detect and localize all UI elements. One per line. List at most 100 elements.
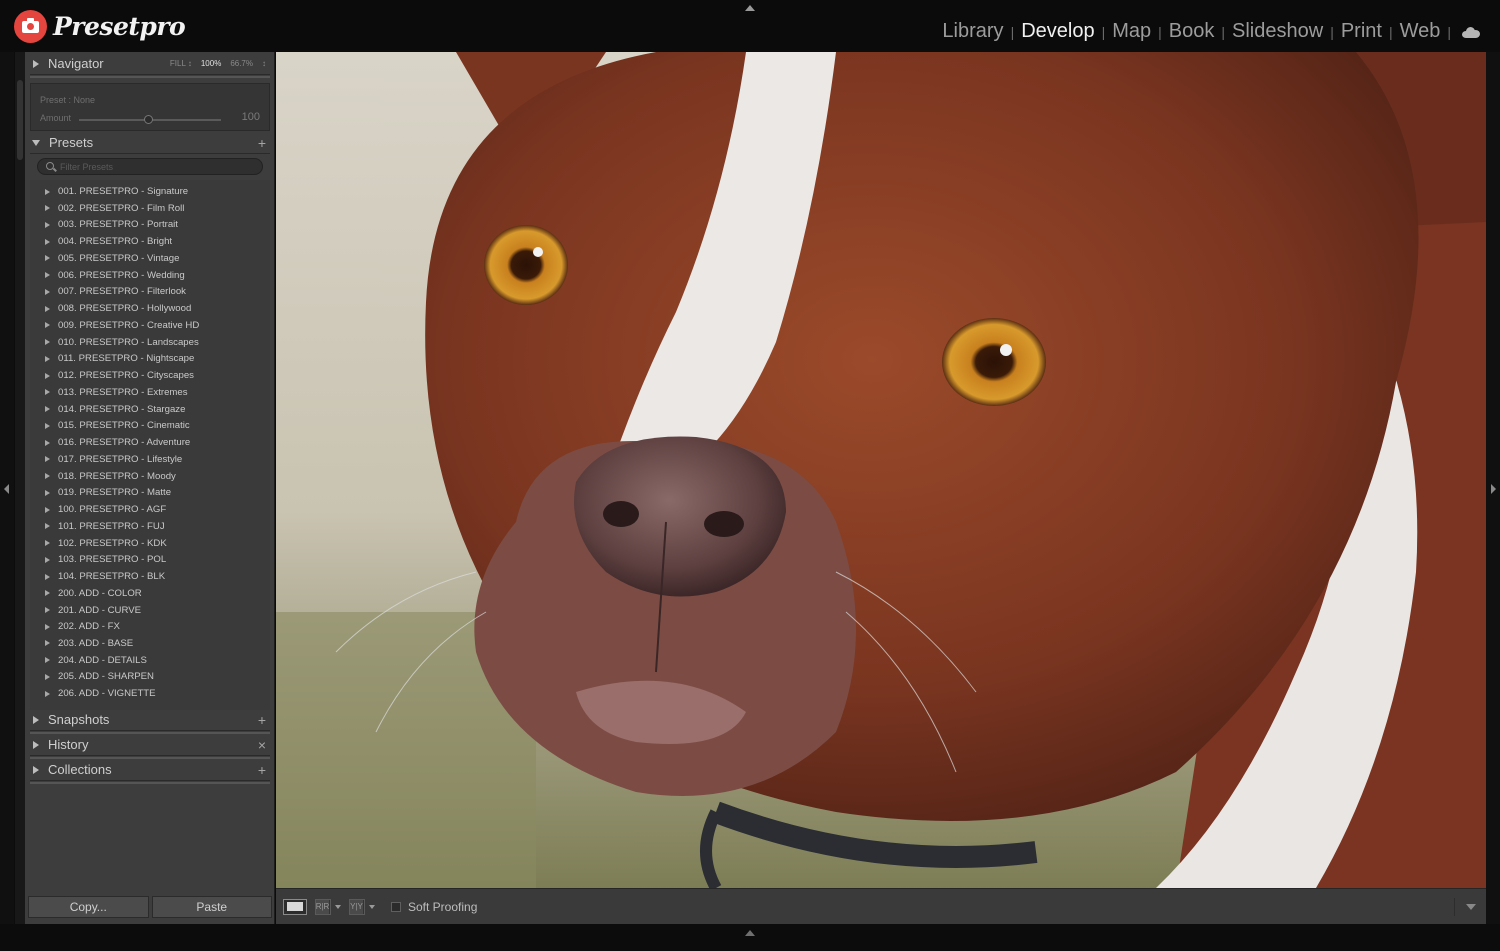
preset-item[interactable]: 012. PRESETPRO - Cityscapes bbox=[30, 367, 270, 384]
preset-item[interactable]: 200. ADD - COLOR bbox=[30, 585, 270, 602]
presets-header[interactable]: Presets + bbox=[30, 132, 270, 154]
presets-label: Presets bbox=[49, 135, 94, 150]
expand-triangle-icon bbox=[45, 305, 50, 312]
navigator-label: Navigator bbox=[48, 56, 104, 71]
preset-item[interactable]: 205. ADD - SHARPEN bbox=[30, 668, 270, 685]
preset-item-label: 203. ADD - BASE bbox=[58, 637, 134, 649]
left-panel-scrollbar[interactable] bbox=[15, 52, 25, 924]
add-snapshot-button[interactable]: + bbox=[258, 712, 270, 728]
search-icon bbox=[46, 162, 54, 170]
module-map[interactable]: Map bbox=[1108, 20, 1155, 43]
collapse-top-panel-icon[interactable] bbox=[745, 5, 755, 11]
filter-presets-input[interactable] bbox=[60, 160, 250, 173]
preset-item[interactable]: 206. ADD - VIGNETTE bbox=[30, 685, 270, 702]
preset-item[interactable]: 001. PRESETPRO - Signature bbox=[30, 183, 270, 200]
zoom-100[interactable]: 100% bbox=[201, 59, 221, 68]
photo-canvas[interactable] bbox=[276, 52, 1486, 888]
preset-item-label: 005. PRESETPRO - Vintage bbox=[58, 252, 180, 264]
right-panel-toggle[interactable] bbox=[1486, 52, 1500, 924]
left-panel-toggle[interactable] bbox=[0, 52, 14, 924]
paste-button[interactable]: Paste bbox=[151, 896, 272, 918]
panel-divider bbox=[30, 76, 270, 78]
preset-item[interactable]: 005. PRESETPRO - Vintage bbox=[30, 250, 270, 267]
soft-proofing-checkbox[interactable] bbox=[391, 901, 401, 912]
preset-item[interactable]: 015. PRESETPRO - Cinematic bbox=[30, 417, 270, 434]
dog-photo bbox=[276, 52, 1486, 888]
preset-item[interactable]: 202. ADD - FX bbox=[30, 618, 270, 635]
module-slideshow[interactable]: Slideshow bbox=[1228, 20, 1327, 43]
preset-item[interactable]: 019. PRESETPRO - Matte bbox=[30, 484, 270, 501]
preset-item[interactable]: 014. PRESETPRO - Stargaze bbox=[30, 401, 270, 418]
preset-item[interactable]: 008. PRESETPRO - Hollywood bbox=[30, 300, 270, 317]
module-separator: | bbox=[1010, 23, 1015, 40]
collections-header[interactable]: Collections + bbox=[30, 759, 270, 781]
preset-item[interactable]: 101. PRESETPRO - FUJ bbox=[30, 518, 270, 535]
preset-item[interactable]: 013. PRESETPRO - Extremes bbox=[30, 384, 270, 401]
navigator-header[interactable]: Navigator FILL ↕ 100% 66.7% ↕ bbox=[30, 53, 270, 75]
amount-slider-knob[interactable] bbox=[144, 115, 154, 124]
expand-triangle-icon bbox=[45, 439, 50, 446]
preset-item[interactable]: 004. PRESETPRO - Bright bbox=[30, 233, 270, 250]
module-print[interactable]: Print bbox=[1337, 20, 1386, 43]
add-preset-button[interactable]: + bbox=[258, 135, 270, 151]
cloud-sync-icon[interactable] bbox=[1462, 26, 1480, 38]
preset-item-label: 009. PRESETPRO - Creative HD bbox=[58, 319, 200, 331]
preset-item[interactable]: 103. PRESETPRO - POL bbox=[30, 551, 270, 568]
clear-history-button[interactable]: × bbox=[258, 737, 270, 753]
history-label: History bbox=[48, 737, 89, 752]
expand-triangle-icon bbox=[33, 715, 39, 724]
collapse-left-panel-icon[interactable] bbox=[4, 484, 9, 494]
module-web[interactable]: Web bbox=[1396, 20, 1445, 43]
expand-triangle-icon bbox=[45, 422, 50, 429]
dropdown-arrow-icon[interactable] bbox=[369, 904, 375, 909]
preset-item-label: 019. PRESETPRO - Matte bbox=[58, 487, 172, 499]
zoom-66[interactable]: 66.7% bbox=[230, 59, 253, 68]
before-after-top-bottom-button[interactable]: Y|Y bbox=[349, 898, 365, 915]
preset-item-label: 100. PRESETPRO - AGF bbox=[58, 504, 167, 516]
history-header[interactable]: History × bbox=[30, 734, 270, 756]
expand-triangle-icon bbox=[45, 355, 50, 362]
preset-item[interactable]: 002. PRESETPRO - Film Roll bbox=[30, 200, 270, 217]
preset-item[interactable]: 016. PRESETPRO - Adventure bbox=[30, 434, 270, 451]
copy-button[interactable]: Copy... bbox=[28, 896, 149, 918]
preset-item[interactable]: 204. ADD - DETAILS bbox=[30, 652, 270, 669]
snapshots-header[interactable]: Snapshots + bbox=[30, 709, 270, 731]
preset-item[interactable]: 104. PRESETPRO - BLK bbox=[30, 568, 270, 585]
navigator-zoom-options: FILL ↕ 100% 66.7% ↕ bbox=[170, 59, 270, 68]
preset-item[interactable]: 102. PRESETPRO - KDK bbox=[30, 535, 270, 552]
expand-triangle-icon bbox=[45, 238, 50, 245]
preset-item[interactable]: 018. PRESETPRO - Moody bbox=[30, 468, 270, 485]
preset-item[interactable]: 010. PRESETPRO - Landscapes bbox=[30, 334, 270, 351]
preset-item[interactable]: 009. PRESETPRO - Creative HD bbox=[30, 317, 270, 334]
copy-paste-bar: Copy... Paste bbox=[28, 896, 272, 918]
expand-filmstrip-icon[interactable] bbox=[745, 930, 755, 936]
add-collection-button[interactable]: + bbox=[258, 762, 270, 778]
preset-item[interactable]: 100. PRESETPRO - AGF bbox=[30, 501, 270, 518]
filter-presets-field[interactable] bbox=[37, 158, 263, 175]
preset-item-label: 014. PRESETPRO - Stargaze bbox=[58, 403, 186, 415]
preset-item[interactable]: 006. PRESETPRO - Wedding bbox=[30, 267, 270, 284]
scrollbar-thumb[interactable] bbox=[17, 80, 23, 160]
dropdown-arrow-icon[interactable] bbox=[335, 904, 341, 909]
expand-right-panel-icon[interactable] bbox=[1491, 484, 1496, 494]
preset-item[interactable]: 203. ADD - BASE bbox=[30, 635, 270, 652]
preset-item[interactable]: 201. ADD - CURVE bbox=[30, 602, 270, 619]
toolbar-menu-toggle[interactable] bbox=[1454, 897, 1476, 916]
loupe-view-icon[interactable] bbox=[283, 898, 307, 915]
preset-item[interactable]: 003. PRESETPRO - Portrait bbox=[30, 216, 270, 233]
module-book[interactable]: Book bbox=[1165, 20, 1219, 43]
preset-item-label: 003. PRESETPRO - Portrait bbox=[58, 219, 178, 231]
zoom-fill[interactable]: FILL ↕ bbox=[170, 59, 192, 68]
module-develop[interactable]: Develop bbox=[1017, 20, 1098, 43]
zoom-custom[interactable]: ↕ bbox=[262, 59, 266, 68]
expand-triangle-icon bbox=[33, 740, 39, 749]
preset-item[interactable]: 017. PRESETPRO - Lifestyle bbox=[30, 451, 270, 468]
module-library[interactable]: Library bbox=[938, 20, 1007, 43]
preset-item[interactable]: 007. PRESETPRO - Filterlook bbox=[30, 283, 270, 300]
camera-logo-icon bbox=[14, 10, 47, 43]
preset-item-label: 004. PRESETPRO - Bright bbox=[58, 236, 173, 248]
preset-item[interactable]: 011. PRESETPRO - Nightscape bbox=[30, 350, 270, 367]
before-after-left-right-button[interactable]: R|R bbox=[315, 898, 331, 915]
collections-label: Collections bbox=[48, 762, 112, 777]
expand-triangle-icon bbox=[45, 473, 50, 480]
